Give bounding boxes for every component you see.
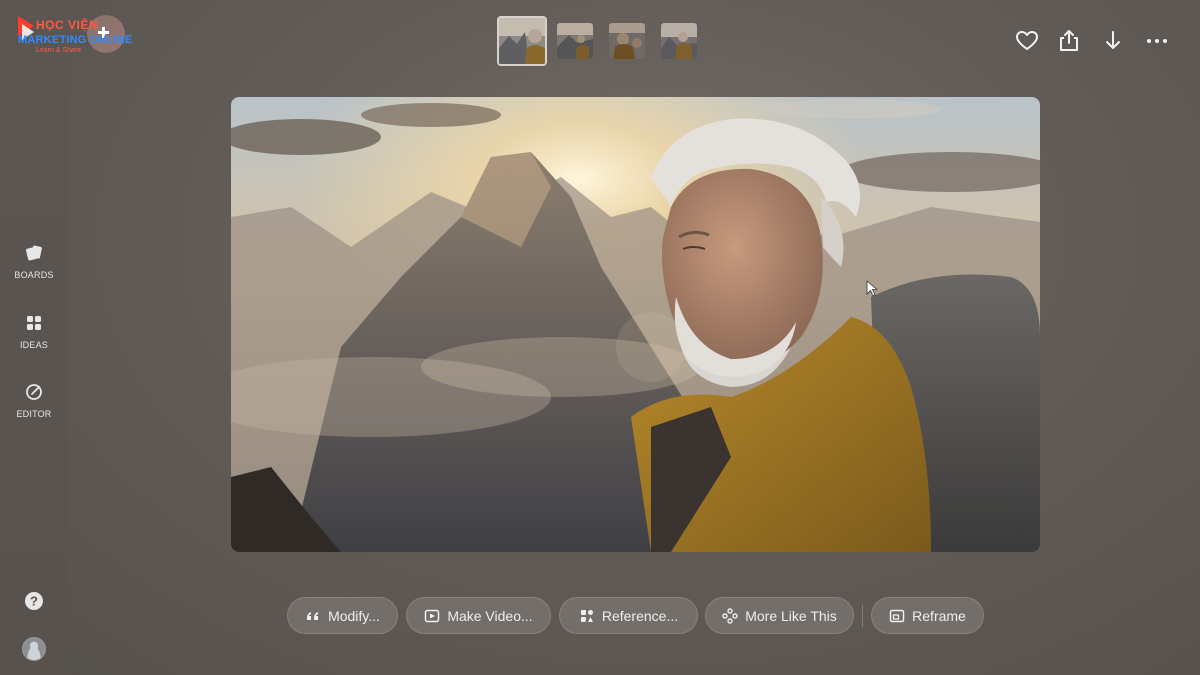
reference-label: Reference... [601,607,679,624]
sidebar-item-editor[interactable]: EDITOR [0,382,68,419]
generated-image[interactable] [231,97,1040,552]
reframe-icon [889,609,905,622]
modify-button[interactable]: Modify... [287,597,398,634]
reference-button[interactable]: Reference... [559,597,698,634]
sidebar-item-ideas[interactable]: IDEAS [0,313,68,350]
top-actions [1014,28,1170,54]
boards-icon [25,245,42,261]
sidebar-item-label: EDITOR [16,409,52,419]
sidebar-item-label: IDEAS [19,340,48,350]
editor-icon [26,384,42,400]
more-like-this-icon [722,607,738,624]
toolbar-divider [862,605,863,627]
mouse-cursor-icon [866,280,878,297]
thumbnail-2[interactable] [557,23,593,59]
make-video-label: Make Video... [447,607,533,624]
download-icon[interactable] [1100,28,1126,54]
video-icon [425,609,440,622]
more-icon[interactable] [1144,28,1170,54]
user-avatar[interactable] [22,637,46,661]
reframe-button[interactable]: Reframe [871,597,984,634]
action-toolbar: Modify... Make Video... Reference... Mor… [0,597,1200,635]
quote-icon [307,611,319,620]
ideas-icon [27,316,41,330]
logo-line-2: MARKETING ONLINE [18,34,133,46]
reframe-label: Reframe [912,607,966,624]
thumbnail-3[interactable] [609,23,645,59]
thumbnail-1[interactable] [497,16,547,66]
heart-icon[interactable] [1014,28,1040,54]
sidebar-item-label: BOARDS [14,270,54,280]
brand-logo: HỌC VIỆN MARKETING ONLINE Learn & Share [14,12,132,58]
modify-label: Modify... [328,607,380,624]
more-like-this-button[interactable]: More Like This [705,597,854,634]
share-icon[interactable] [1056,28,1082,54]
reference-icon [580,609,593,622]
make-video-button[interactable]: Make Video... [406,597,551,634]
sidebar-item-boards[interactable]: BOARDS [0,243,68,280]
logo-line-3: Learn & Share [36,47,82,54]
thumbnail-4[interactable] [661,23,697,59]
logo-line-1: HỌC VIỆN [36,18,99,32]
more-like-this-label: More Like This [745,607,837,624]
